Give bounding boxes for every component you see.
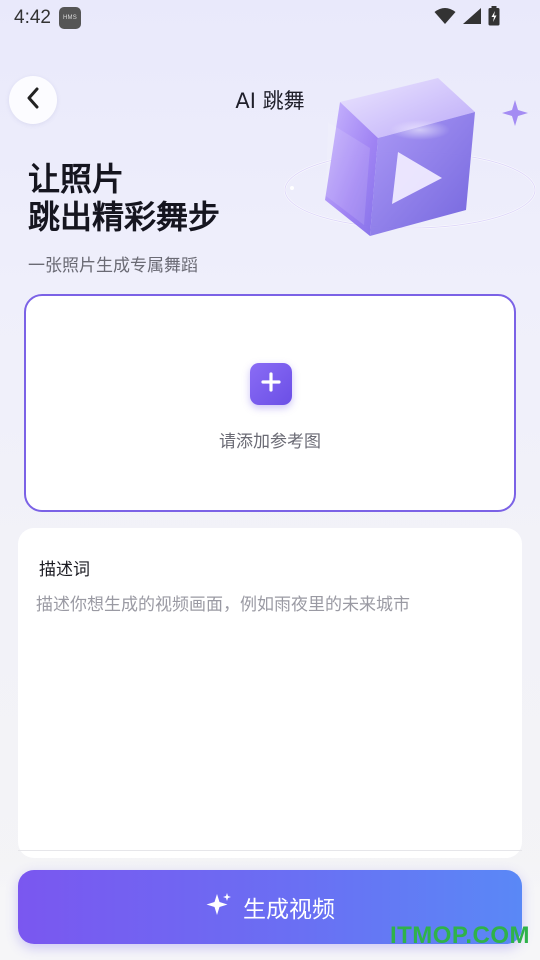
add-image-button[interactable] — [250, 363, 292, 405]
generate-video-label: 生成视频 — [243, 897, 335, 923]
plus-icon — [261, 372, 281, 396]
sparkle-icon — [205, 891, 233, 923]
hero-subline: 一张照片生成专属舞蹈 — [28, 256, 198, 276]
status-time: 4:42 — [14, 7, 51, 28]
status-bar: 4:42 HMS — [0, 0, 540, 36]
status-icons — [434, 6, 500, 26]
prompt-input[interactable] — [36, 590, 506, 830]
upload-hint: 请添加参考图 — [219, 432, 321, 452]
reference-image-upload[interactable]: 请添加参考图 — [24, 294, 516, 512]
prompt-label: 描述词 — [39, 560, 90, 580]
headline-line-1: 让照片 — [28, 160, 125, 198]
headline-line-2: 跳出精彩舞步 — [28, 198, 221, 236]
divider — [18, 850, 522, 851]
wifi-icon — [434, 7, 456, 25]
play-cube-icon — [270, 60, 540, 260]
hero-headline: 让照片 跳出精彩舞步 — [28, 160, 220, 236]
hms-badge: HMS — [58, 7, 81, 29]
signal-icon — [462, 7, 482, 25]
prompt-card: 描述词 — [18, 528, 522, 858]
battery-charging-icon — [488, 6, 500, 26]
watermark: ITMOP.COM — [389, 922, 530, 949]
